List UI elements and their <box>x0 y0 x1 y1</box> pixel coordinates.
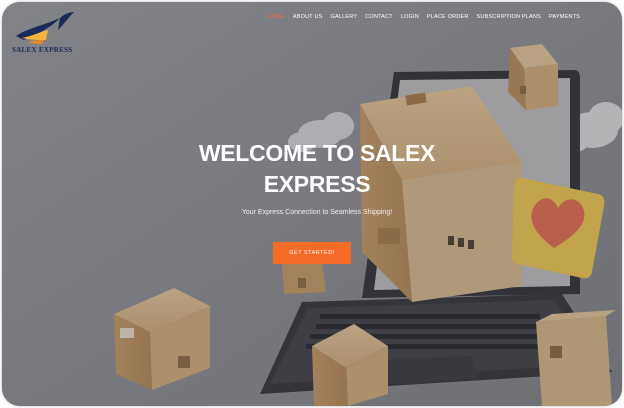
nav-about-us[interactable]: ABOUT US <box>293 14 323 20</box>
nav-gallery[interactable]: GALLERY <box>331 14 358 20</box>
hero-overlay <box>2 2 622 406</box>
nav-payments[interactable]: PAYMENTS <box>549 14 580 20</box>
main-navigation: HOME ABOUT US GALLERY CONTACT LOGIN PLAC… <box>268 14 580 20</box>
nav-place-order[interactable]: PLACE ORDER <box>427 14 469 20</box>
hero-title: WELCOME TO SALEX EXPRESS <box>192 138 442 200</box>
nav-login[interactable]: LOGIN <box>401 14 419 20</box>
nav-subscription-plans[interactable]: SUBSCRIPTION PLANS <box>477 14 541 20</box>
nav-contact[interactable]: CONTACT <box>365 14 393 20</box>
nav-home[interactable]: HOME <box>268 14 285 20</box>
hero-subtitle: Your Express Connection to Seamless Ship… <box>241 209 393 216</box>
hero-title-line-1: WELCOME TO SALEX <box>198 140 436 166</box>
get-started-button[interactable]: GET STARTED! <box>273 242 351 264</box>
hero-title-line-2: EXPRESS <box>263 171 371 197</box>
website-frame: SALEX EXPRESS HOME ABOUT US GALLERY CONT… <box>2 2 622 406</box>
brand-name[interactable]: SALEX EXPRESS <box>12 46 73 54</box>
